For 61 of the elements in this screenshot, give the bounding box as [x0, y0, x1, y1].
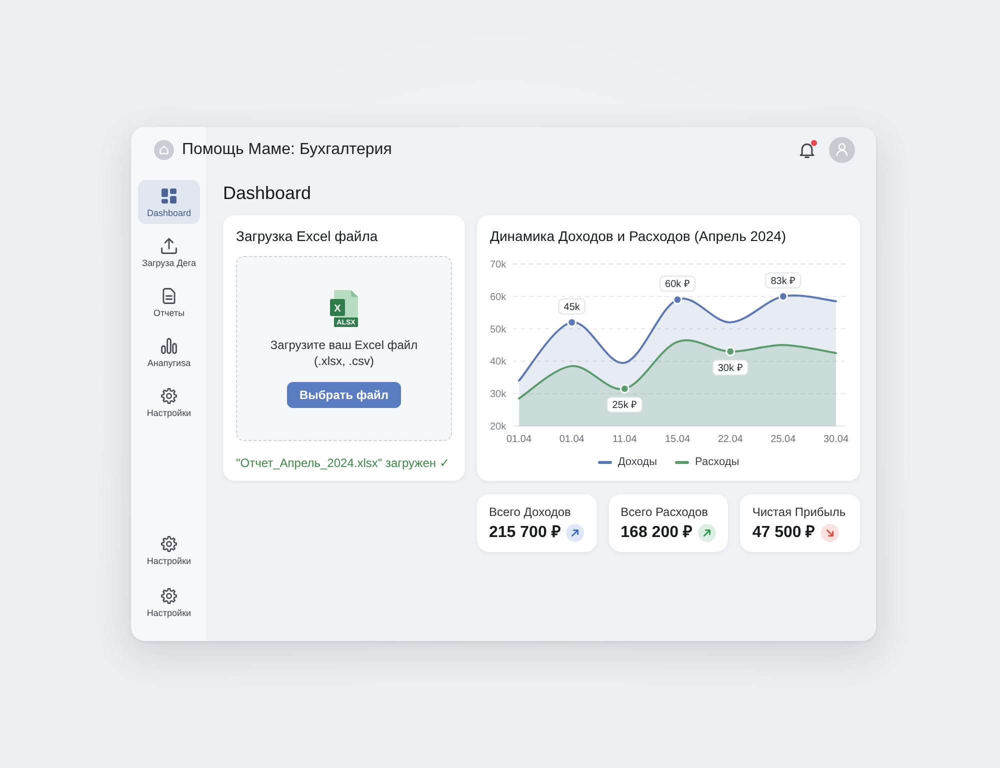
- axis-label: 30k: [490, 389, 506, 400]
- stat-label: Всего Доходов: [489, 505, 572, 519]
- stat-label: Всего Расходов: [620, 505, 710, 519]
- choose-file-button[interactable]: Выбрать файл: [287, 382, 401, 408]
- bar-chart-icon: [161, 338, 177, 354]
- sidebar-item[interactable]: Dashboard: [138, 180, 200, 224]
- data-label: 83k ₽: [765, 272, 802, 288]
- card-title: Динамика Доходов и Расходов (Апрель 2024): [490, 228, 788, 244]
- upload-hint: Загрузите ваш Excel файл (.xlsx, .csv): [269, 336, 419, 368]
- document-icon: [162, 288, 176, 304]
- annotation: 83k ₽: [770, 276, 796, 287]
- settings-icon: [161, 588, 177, 604]
- settings-icon: [161, 536, 177, 552]
- data-point: [778, 292, 788, 302]
- axis-label: 70k: [490, 260, 506, 270]
- axis-label: 22.04: [718, 434, 743, 445]
- legend-label: Расходы: [694, 456, 740, 468]
- home-icon: [154, 140, 174, 160]
- sidebar-item[interactable]: Отчеты: [138, 280, 200, 324]
- icon-letter: X: [334, 302, 341, 314]
- axis-label: 30.04: [823, 434, 849, 445]
- sidebar-item[interactable]: Загруза Дега: [138, 230, 200, 274]
- upload-icon: [161, 238, 177, 254]
- card-title: Загрузка Excel файла: [236, 228, 379, 244]
- annotation: 30k ₽: [718, 362, 743, 374]
- person-icon: [836, 143, 848, 156]
- bell-icon[interactable]: [799, 142, 815, 158]
- stat-value: 47 500 ₽: [752, 523, 815, 543]
- axis-label: 25.04: [770, 434, 796, 445]
- axis-label: 15.04: [664, 434, 690, 445]
- grid-icon: [161, 188, 177, 204]
- axis-label: 40k: [490, 356, 506, 368]
- axis-label: 11.04: [612, 434, 637, 445]
- data-point: [726, 346, 736, 356]
- annotation: 45k: [564, 302, 581, 313]
- data-point: [620, 384, 630, 394]
- sidebar-item[interactable]: Настройки: [138, 380, 200, 424]
- data-point: [567, 318, 577, 328]
- page-title: Dashboard: [223, 182, 312, 204]
- data-label: 30k ₽: [712, 359, 748, 376]
- upload-status: "Отчет_Апрель_2024.xlsx" загружен ✓: [236, 455, 450, 471]
- sidebar-item[interactable]: Настройки: [138, 528, 200, 572]
- axis-label: 01.04: [506, 434, 532, 445]
- data-label: 25k ₽: [606, 396, 643, 413]
- legend-label: Доходы: [618, 456, 657, 468]
- axis-label: 50k: [490, 324, 506, 336]
- stat-value: 215 700 ₽: [489, 523, 560, 543]
- annotation: 60k ₽: [665, 279, 690, 290]
- settings-icon: [161, 388, 177, 404]
- data-label: 45k: [558, 298, 586, 314]
- stat-value: 168 200 ₽: [620, 523, 692, 543]
- axis-label: 60k: [490, 292, 506, 303]
- sidebar-item[interactable]: Настройки: [138, 580, 200, 624]
- annotation: 25k ₽: [612, 400, 638, 412]
- stat-label: Чистая Прибыль: [752, 505, 847, 519]
- sidebar-item[interactable]: Анапугиsa: [138, 330, 200, 374]
- app-title: Помощь Маме: Бухгалтерия: [182, 140, 392, 158]
- data-point: [672, 294, 682, 304]
- axis-label: 20k: [490, 422, 506, 432]
- data-label: 60k ₽: [660, 276, 696, 292]
- axis-label: 01.04: [559, 434, 584, 445]
